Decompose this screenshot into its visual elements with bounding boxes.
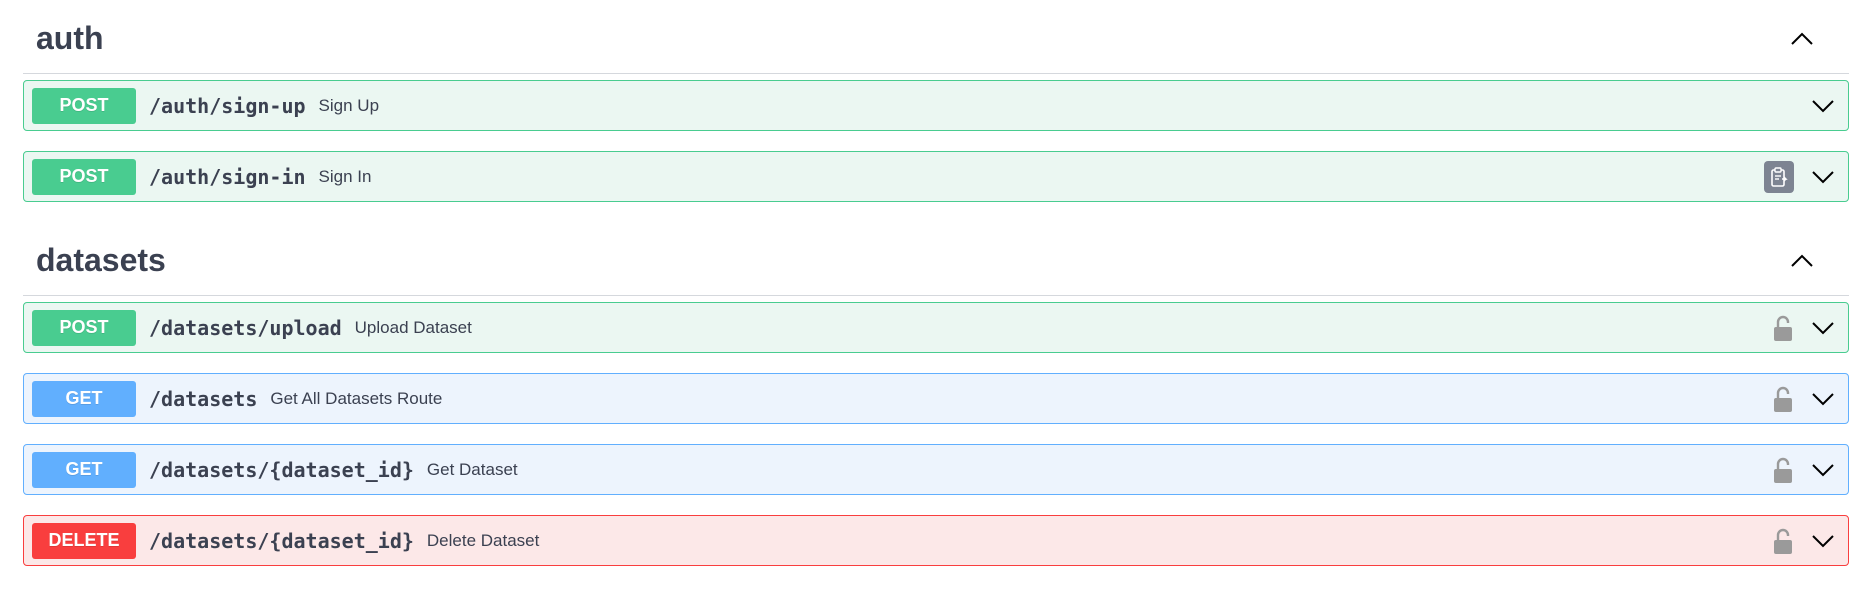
operation-path: /datasets/upload [149, 315, 342, 340]
operation-summary: Sign Up [318, 95, 380, 115]
tag-title: auth [36, 20, 104, 56]
operation-post-datasets-upload[interactable]: POST /datasets/upload Upload Dataset [23, 302, 1849, 353]
operation-get-dataset-by-id[interactable]: GET /datasets/{dataset_id} Get Dataset [23, 444, 1849, 495]
operation-path: /auth/sign-in [149, 164, 306, 189]
unlock-icon[interactable] [1772, 313, 1794, 343]
operation-actions [1772, 374, 1838, 423]
method-badge: GET [32, 380, 136, 417]
operation-actions [1772, 303, 1838, 352]
method-badge: POST [32, 158, 136, 195]
operation-summary: Get Dataset [426, 459, 518, 479]
operation-delete-dataset-by-id[interactable]: DELETE /datasets/{dataset_id} Delete Dat… [23, 515, 1849, 566]
method-badge: GET [32, 451, 136, 488]
tag-section-datasets: datasets POST /datasets/upload Upload Da… [23, 222, 1849, 566]
operation-summary: Upload Dataset [354, 317, 472, 337]
chevron-down-icon[interactable] [1808, 384, 1838, 414]
operation-post-auth-sign-in[interactable]: POST /auth/sign-in Sign In [23, 151, 1849, 202]
copy-to-clipboard-icon[interactable] [1764, 160, 1794, 193]
operation-post-auth-sign-up[interactable]: POST /auth/sign-up Sign Up [23, 80, 1849, 131]
tag-header-datasets[interactable]: datasets [23, 222, 1849, 296]
chevron-down-icon[interactable] [1808, 91, 1838, 121]
operation-path: /auth/sign-up [149, 93, 306, 118]
tag-section-auth: auth POST /auth/sign-up Sign Up POST /au… [23, 0, 1849, 202]
operation-path: /datasets/{dataset_id} [149, 457, 414, 482]
operation-actions [1772, 445, 1838, 494]
unlock-icon[interactable] [1772, 526, 1794, 556]
unlock-icon[interactable] [1772, 384, 1794, 414]
chevron-down-icon[interactable] [1808, 455, 1838, 485]
chevron-down-icon[interactable] [1808, 526, 1838, 556]
unlock-icon[interactable] [1772, 455, 1794, 485]
operation-path: /datasets [149, 386, 258, 411]
operation-get-datasets[interactable]: GET /datasets Get All Datasets Route [23, 373, 1849, 424]
method-badge: POST [32, 309, 136, 346]
api-docs: auth POST /auth/sign-up Sign Up POST /au… [23, 0, 1849, 566]
operation-path: /datasets/{dataset_id} [149, 528, 414, 553]
method-badge: POST [32, 87, 136, 124]
operation-summary: Sign In [318, 166, 372, 186]
chevron-up-icon[interactable] [1785, 244, 1819, 278]
operation-summary: Delete Dataset [426, 530, 540, 550]
tag-title: datasets [36, 242, 166, 278]
chevron-down-icon[interactable] [1808, 162, 1838, 192]
tag-header-auth[interactable]: auth [23, 0, 1849, 74]
operation-actions [1764, 152, 1838, 201]
operation-summary: Get All Datasets Route [270, 388, 443, 408]
chevron-down-icon[interactable] [1808, 313, 1838, 343]
operation-actions [1808, 81, 1838, 130]
operation-actions [1772, 516, 1838, 565]
method-badge: DELETE [32, 522, 136, 559]
chevron-up-icon[interactable] [1785, 22, 1819, 56]
